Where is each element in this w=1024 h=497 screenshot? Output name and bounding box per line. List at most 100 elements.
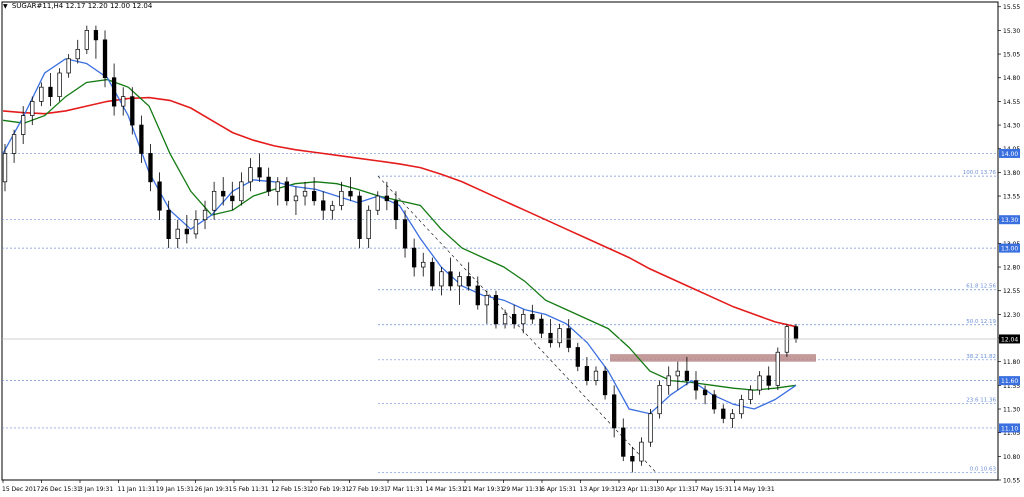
- candle-body: [148, 153, 153, 183]
- fibonacci-label: 38.2 11.82: [966, 354, 996, 360]
- x-tick-label: 23 Apr 11:31: [618, 486, 657, 493]
- candle-body: [157, 181, 162, 211]
- candle-body: [221, 190, 226, 197]
- y-tick-label: 15.05: [1003, 52, 1020, 59]
- x-tick-label: 5 Feb 11:31: [233, 486, 269, 493]
- candle-body: [111, 77, 117, 107]
- candle-body: [366, 209, 371, 239]
- candle-body: [293, 195, 299, 202]
- candle-body: [130, 96, 135, 126]
- candle-body: [184, 228, 189, 235]
- candle-body: [239, 181, 244, 202]
- candle-body: [557, 328, 562, 344]
- candle-body: [384, 195, 390, 202]
- candle-body: [539, 318, 544, 334]
- candle-body: [39, 86, 44, 102]
- y-tick-label: 12.30: [1003, 312, 1020, 319]
- candle-body: [693, 380, 699, 391]
- candle-body: [393, 200, 399, 221]
- x-tick-label: 29 Mar 11:31: [503, 486, 543, 493]
- candle-body: [575, 347, 580, 367]
- candle-body: [548, 332, 553, 344]
- candle-body: [566, 328, 571, 348]
- price-level-badge-label: 13.00: [1001, 246, 1018, 253]
- candle-body: [593, 370, 599, 381]
- candle-body: [493, 295, 499, 325]
- price-level-badge-label: 13.30: [1001, 217, 1018, 224]
- x-tick-label: 20 Feb 19:31: [310, 486, 350, 493]
- candle-body: [666, 375, 671, 386]
- candle-body: [657, 384, 662, 415]
- candle-body: [439, 271, 444, 287]
- candle-body: [302, 190, 308, 197]
- y-tick-label: 11.30: [1003, 407, 1020, 414]
- candle-body: [584, 366, 590, 381]
- x-tick-label: 14 Mar 15:31: [426, 486, 466, 493]
- candle-body: [284, 181, 290, 202]
- candle-body: [630, 455, 635, 462]
- candle-body: [521, 314, 526, 325]
- x-tick-label: 7 Mar 11:31: [387, 486, 423, 493]
- candle-body: [721, 408, 726, 419]
- candle-body: [93, 30, 99, 41]
- y-tick-label: 10.80: [1003, 454, 1020, 461]
- x-tick-label: 13 Apr 19:31: [580, 486, 619, 493]
- candle-body: [730, 413, 735, 419]
- fibonacci-label: 0.0 10.63: [970, 466, 997, 472]
- candle-body: [102, 39, 108, 79]
- candle-body: [739, 399, 744, 415]
- x-tick-label: 26 Dec 15:31: [41, 486, 82, 493]
- candle-body: [684, 370, 690, 381]
- x-tick-label: 15 Dec 2017: [2, 486, 41, 493]
- x-tick-label: 6 Apr 15:31: [541, 486, 576, 493]
- current-price-badge-label: 12.04: [1001, 336, 1018, 343]
- candle-body: [757, 375, 762, 391]
- y-tick-label: 13.80: [1003, 170, 1020, 177]
- candle-body: [411, 247, 417, 268]
- candle-body: [639, 441, 644, 462]
- x-tick-label: 26 Jan 19:31: [195, 486, 233, 493]
- candle-body: [748, 389, 753, 400]
- candle-body: [712, 394, 717, 410]
- candle-body: [402, 219, 408, 249]
- candle-body: [530, 314, 535, 320]
- candle-body: [2, 153, 8, 183]
- x-tick-label: 7 May 15:31: [695, 486, 733, 493]
- candle-body: [121, 96, 126, 107]
- candle-body: [211, 190, 217, 211]
- candle-body: [457, 276, 462, 287]
- candle-body: [266, 176, 271, 192]
- price-level-badge-label: 14.00: [1001, 151, 1018, 158]
- candle-body: [193, 219, 199, 235]
- candle-body: [702, 389, 708, 396]
- candle-body: [84, 30, 89, 50]
- fibonacci-label: 100.0 13.76: [963, 170, 997, 176]
- y-tick-label: 14.80: [1003, 75, 1020, 82]
- candle-body: [375, 195, 380, 211]
- candle-body: [21, 115, 26, 135]
- x-tick-label: 14 May 19:31: [734, 486, 775, 493]
- x-tick-label: 11 Jan 11:31: [118, 486, 156, 493]
- candle-body: [612, 394, 617, 429]
- candle-body: [66, 58, 71, 74]
- plot-frame: [1, 1, 999, 481]
- x-tick-label: 30 Apr 11:31: [657, 486, 696, 493]
- price-level-badge-label: 11.60: [1001, 378, 1018, 385]
- candle-body: [511, 314, 517, 325]
- candle-body: [466, 276, 471, 287]
- fibonacci-label: 50.0 12.19: [966, 319, 996, 325]
- candlestick-chart: ▼ SUGAR#11,H4 12.17 12.20 12.00 12.04 10…: [0, 0, 1024, 497]
- candle-body: [766, 375, 771, 386]
- candle-body: [784, 326, 790, 353]
- fibonacci-label: 61.8 12.56: [966, 284, 996, 290]
- candle-body: [602, 370, 608, 396]
- y-tick-label: 14.30: [1003, 123, 1020, 130]
- candle-body: [175, 228, 180, 239]
- chart-canvas[interactable]: 100.0 13.76 61.8 12.56 50.0 12.19 38.2 11.8…: [0, 0, 1024, 497]
- candle-body: [448, 271, 453, 287]
- candle-body: [621, 427, 626, 457]
- y-tick-label: 13.55: [1003, 194, 1020, 201]
- x-tick-label: 21 Mar 19:31: [464, 486, 504, 493]
- candle-body: [202, 209, 208, 221]
- candle-body: [348, 190, 353, 197]
